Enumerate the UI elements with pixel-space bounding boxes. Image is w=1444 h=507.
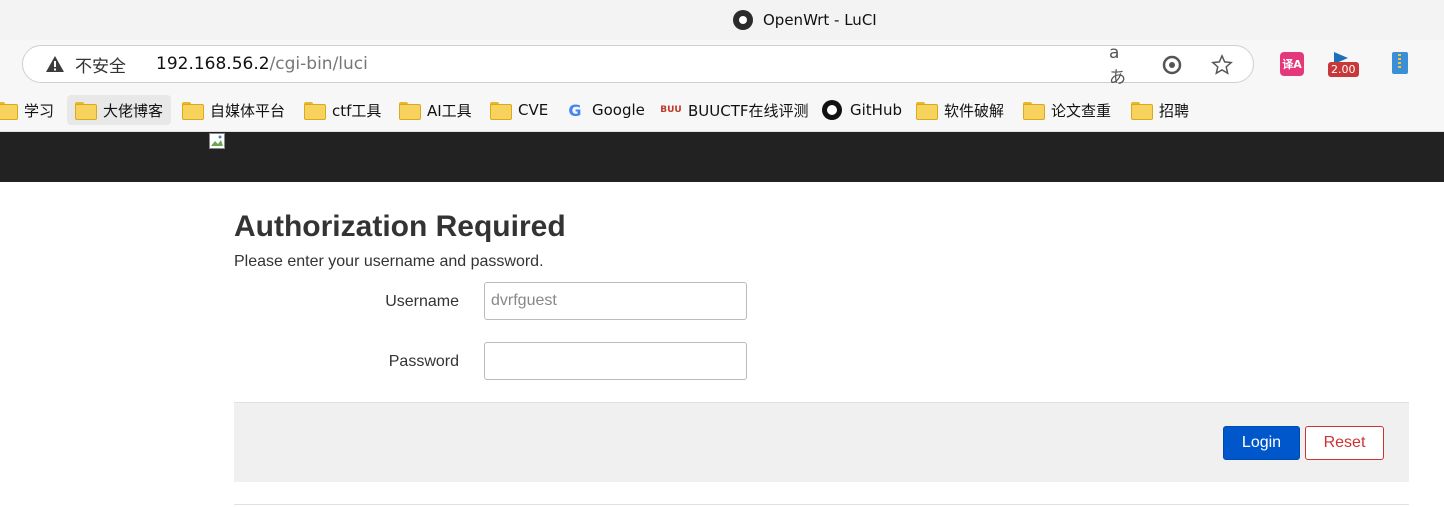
page-description: Please enter your username and password. — [234, 253, 544, 270]
folder-icon — [916, 102, 938, 120]
bookmark-item[interactable]: ctf工具 — [296, 95, 389, 125]
folder-icon — [490, 102, 512, 120]
bookmark-item[interactable]: GitHub — [814, 95, 910, 125]
login-page: Authorization Required Please enter your… — [0, 182, 1444, 507]
username-field[interactable] — [484, 282, 747, 320]
google-icon: G — [568, 100, 582, 120]
github-icon — [822, 100, 842, 120]
bookmark-label: AI工具 — [427, 101, 472, 120]
url-host: 192.168.56.2 — [156, 54, 270, 74]
page-title: Authorization Required — [234, 210, 566, 243]
speed-badge: 2.00 — [1328, 62, 1359, 77]
bookmark-item[interactable]: 论文查重 — [1015, 95, 1119, 125]
favorite-star-icon[interactable] — [1209, 52, 1235, 78]
folder-icon — [1131, 102, 1153, 120]
bookmark-item[interactable]: BUU BUUCTF在线评测 — [654, 95, 817, 125]
bookmark-item[interactable]: AI工具 — [391, 95, 480, 125]
bookmark-item[interactable]: 大佬博客 — [67, 95, 172, 125]
page-header — [0, 132, 1444, 182]
buuctf-icon: BUU — [660, 105, 682, 115]
bookmark-label: 论文查重 — [1051, 101, 1112, 120]
bookmark-label: 软件破解 — [944, 101, 1005, 120]
bookmark-item[interactable]: 招聘 — [1123, 95, 1197, 125]
bookmark-label: Google — [592, 101, 645, 119]
password-label: Password — [388, 353, 459, 370]
folder-icon — [182, 102, 204, 120]
bookmark-label: 招聘 — [1159, 101, 1190, 120]
folder-icon — [1023, 102, 1045, 120]
edge-refresh-icon[interactable] — [1159, 52, 1185, 78]
warning-icon[interactable] — [45, 54, 65, 74]
bookmark-label: CVE — [518, 101, 549, 119]
folder-icon — [304, 102, 326, 120]
openwrt-favicon-icon — [733, 10, 753, 30]
bookmark-label: 学习 — [24, 101, 55, 120]
folder-icon — [399, 102, 421, 120]
speed-extension-icon[interactable]: 2.00 — [1328, 52, 1359, 77]
folder-icon — [75, 102, 97, 120]
browser-title-bar: OpenWrt - LuCI — [0, 0, 1444, 40]
bookmark-label: 自媒体平台 — [210, 101, 286, 120]
folder-icon — [0, 102, 18, 120]
bookmark-item[interactable]: CVE — [482, 95, 556, 125]
bookmark-label: GitHub — [850, 101, 902, 119]
bookmark-item[interactable]: 软件破解 — [908, 95, 1012, 125]
address-bar[interactable]: 不安全 192.168.56.2/cgi-bin/luci aあ — [22, 43, 1254, 88]
read-aloud-icon[interactable]: aあ — [1109, 43, 1135, 88]
reset-button[interactable]: Reset — [1305, 426, 1384, 460]
security-label[interactable]: 不安全 — [75, 52, 126, 77]
username-label: Username — [385, 293, 459, 310]
bookmark-item[interactable]: G Google — [558, 95, 653, 125]
bookmark-label: ctf工具 — [332, 101, 382, 120]
bookmark-item[interactable]: 自媒体平台 — [174, 95, 293, 125]
bookmark-label: 大佬博客 — [103, 101, 164, 120]
url-path: /cgi-bin/luci — [269, 54, 368, 74]
url-text[interactable]: 192.168.56.2/cgi-bin/luci — [156, 54, 368, 74]
bookmark-label: BUUCTF在线评测 — [688, 101, 809, 120]
form-actions: Login Reset — [234, 402, 1409, 482]
translate-extension-icon[interactable]: 译A — [1280, 52, 1304, 76]
tab-title-text: OpenWrt - LuCI — [763, 11, 877, 29]
zip-extension-icon[interactable] — [1392, 52, 1408, 74]
tab-title[interactable]: OpenWrt - LuCI — [733, 10, 877, 30]
divider — [234, 504, 1409, 505]
bookmarks-bar: 学习 大佬博客 自媒体平台 ctf工具 AI工具 CVE G Google BU… — [0, 88, 1444, 132]
browser-toolbar: 不安全 192.168.56.2/cgi-bin/luci aあ 译A 2.00 — [0, 40, 1444, 88]
password-field[interactable] — [484, 342, 747, 380]
broken-image-icon — [209, 133, 229, 151]
login-button[interactable]: Login — [1223, 426, 1300, 460]
bookmark-item[interactable]: 学习 — [0, 95, 62, 125]
